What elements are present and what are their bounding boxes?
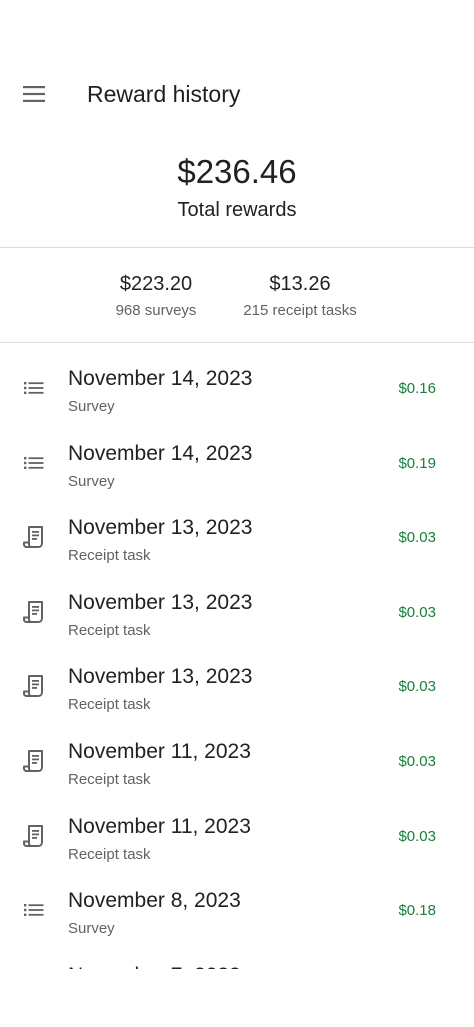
history-date: November 11, 2023: [68, 814, 251, 838]
history-date: November 8, 2023: [68, 889, 241, 913]
total-label: Total rewards: [177, 199, 297, 221]
history-date: November 13, 2023: [68, 516, 253, 540]
page-title: Reward history: [87, 81, 241, 107]
history-type: Receipt task: [68, 547, 151, 565]
history-type: Receipt task: [68, 770, 151, 788]
history-date: November 7, 2023: [68, 963, 241, 969]
surveys-summary: $223.20 968 surveys: [96, 271, 216, 321]
menu-icon[interactable]: [14, 74, 54, 114]
history-row[interactable]: November 14, 2023 Survey $0.19: [0, 429, 474, 504]
receipt-icon: [20, 822, 48, 850]
reward-history-list[interactable]: November 14, 2023 Survey $0.16 November 14,…: [0, 354, 474, 969]
receipts-count: 215 receipt tasks: [243, 302, 357, 319]
history-type: Survey: [68, 920, 115, 938]
history-amount: $0.19: [398, 454, 436, 472]
surveys-amount: $223.20: [119, 273, 193, 295]
history-date: November 14, 2023: [68, 367, 253, 390]
history-row[interactable]: November 14, 2023 Survey $0.16: [0, 354, 474, 429]
history-row[interactable]: November 13, 2023 Receipt task $0.03: [0, 578, 474, 653]
history-date: November 13, 2023: [68, 590, 253, 614]
history-row[interactable]: November 13, 2023 Receipt task $0.03: [0, 503, 474, 578]
history-amount: $0.18: [398, 902, 436, 920]
receipt-icon: [20, 672, 48, 700]
history-amount: $0.16: [398, 380, 436, 397]
history-row[interactable]: November 13, 2023 Receipt task $0.03: [0, 652, 474, 727]
history-type: Receipt task: [68, 621, 151, 639]
history-amount: $0.03: [398, 603, 436, 621]
receipts-amount: $13.26: [269, 273, 331, 295]
history-row[interactable]: November 8, 2023 Survey $0.18: [0, 876, 474, 951]
history-date: November 14, 2023: [68, 441, 253, 465]
history-row[interactable]: November 11, 2023 Receipt task $0.03: [0, 727, 474, 802]
total-amount: $236.46: [177, 153, 297, 190]
surveys-count: 968 surveys: [115, 302, 197, 319]
history-row[interactable]: November 11, 2023 Receipt task $0.03: [0, 802, 474, 877]
survey-list-icon: [20, 374, 48, 402]
history-type: Receipt task: [68, 845, 151, 863]
receipt-icon: [20, 747, 48, 775]
history-amount: $0.03: [398, 827, 436, 845]
history-type: Survey: [68, 398, 115, 415]
history-row[interactable]: November 7, 2023: [0, 951, 474, 969]
receipts-summary: $13.26 215 receipt tasks: [230, 271, 370, 321]
receipt-icon: [20, 598, 48, 626]
survey-list-icon: [20, 449, 48, 477]
total-rewards: $236.46 Total rewards: [0, 152, 474, 223]
history-amount: $0.03: [398, 752, 436, 770]
history-date: November 11, 2023: [68, 739, 251, 763]
history-type: Receipt task: [68, 696, 151, 714]
history-type: Survey: [68, 472, 115, 490]
history-amount: $0.03: [398, 529, 436, 547]
survey-list-icon: [20, 896, 48, 924]
history-date: November 13, 2023: [68, 665, 253, 689]
receipt-icon: [20, 523, 48, 551]
divider: [0, 342, 474, 343]
divider: [0, 247, 474, 248]
app-bar: Reward history: [0, 62, 474, 128]
history-amount: $0.03: [398, 678, 436, 696]
